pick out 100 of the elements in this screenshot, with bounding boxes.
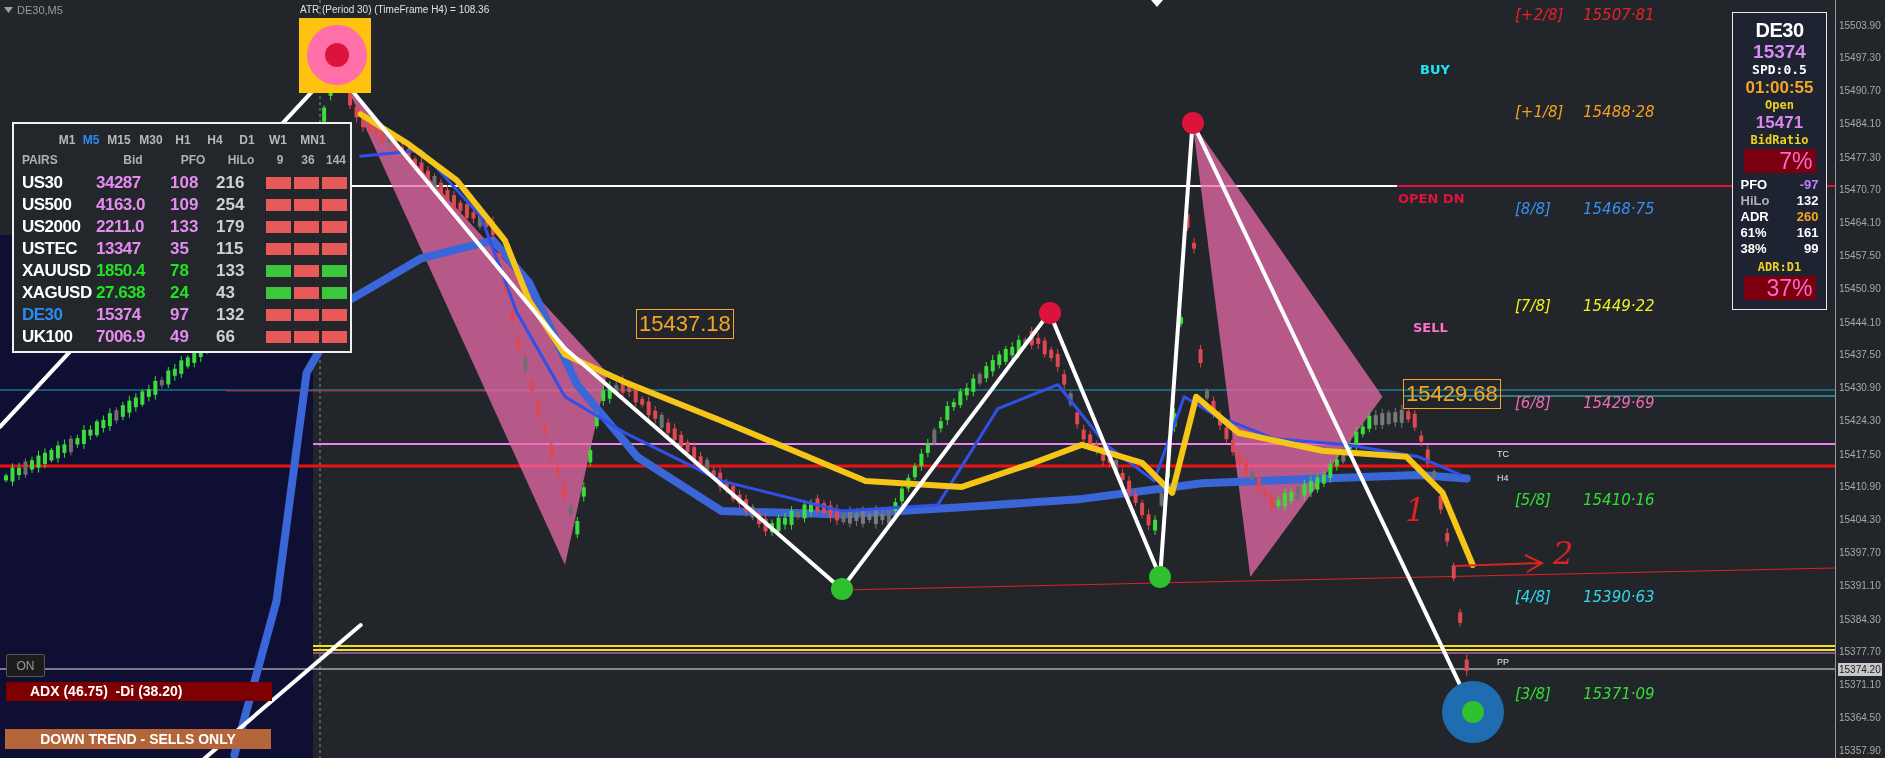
price-axis-label: 15437.50: [1838, 348, 1882, 362]
stat-label: HiLo: [1740, 193, 1771, 209]
murrey-level-value: 15488·28: [1583, 101, 1655, 123]
stat-value: 132: [1795, 193, 1819, 209]
timeframe-tab[interactable]: M1: [58, 131, 76, 149]
murrey-level-label: [8/8]: [1515, 198, 1552, 220]
hilo-value: 115: [216, 238, 245, 260]
spread-label: SPD:0.5: [1752, 62, 1807, 78]
price-axis-label: 15374.20: [1838, 662, 1882, 676]
stat-value: 260: [1795, 209, 1819, 225]
bid-value: 27.638: [96, 282, 146, 304]
toggle-button[interactable]: ON: [6, 654, 45, 677]
timeframe-tab[interactable]: MN1: [296, 131, 330, 149]
chart-shift-icon: [1151, 0, 1163, 7]
price-axis-label: 15470.70: [1838, 183, 1882, 197]
murrey-level-value: 15390·63: [1583, 586, 1655, 608]
hilo-value: 179: [216, 216, 246, 238]
price-axis-label: 15497.30: [1838, 51, 1882, 65]
hilo-value: 132: [216, 304, 246, 326]
pfo-value: 35: [170, 238, 190, 260]
price-axis-label: 15391.10: [1838, 578, 1882, 592]
price-axis-label: 15424.30: [1838, 413, 1882, 427]
murrey-level-label: [+2/8]: [1515, 4, 1565, 26]
stat-label: PFO: [1740, 177, 1769, 193]
symbol-name: DE30: [1755, 19, 1804, 41]
price-axis-label: 15503.90: [1838, 18, 1882, 32]
price-axis-label: 15371.10: [1838, 678, 1882, 692]
open-price: 15471: [1755, 113, 1804, 132]
dropdown-icon: [4, 7, 13, 14]
murrey-level-label: [5/8]: [1515, 489, 1552, 511]
current-price: 15374: [1753, 41, 1806, 62]
pfo-value: 109: [170, 194, 200, 216]
column-header: 36: [300, 151, 316, 169]
target-marker: [1442, 681, 1504, 743]
column-header: 144: [325, 151, 347, 169]
timeframe-tab[interactable]: M30: [138, 131, 164, 149]
ratio-value: 7%: [1743, 149, 1816, 173]
bid-value: 13347: [96, 238, 142, 260]
signal-label: OPEN DN: [1398, 190, 1465, 208]
swing-low-dot: [1149, 566, 1171, 588]
bid-value: 7006.9: [96, 326, 146, 348]
pfo-value: 97: [170, 304, 190, 326]
timeframe-tab[interactable]: D1: [234, 131, 260, 149]
bid-value: 15374: [96, 304, 142, 326]
ratio-label: BidRatio: [1750, 132, 1809, 148]
hilo-value: 254: [216, 194, 246, 216]
pfo-value: 49: [170, 326, 190, 348]
line-tag: PP: [1497, 656, 1509, 670]
price-axis-label: 15444.10: [1838, 315, 1882, 329]
bid-value: 34287: [96, 172, 142, 194]
chart-symbol: DE30,M5: [17, 3, 63, 18]
bid-value: 4163.0: [96, 194, 146, 216]
timeframe-tab[interactable]: H1: [170, 131, 196, 149]
stat-label: 61%: [1740, 225, 1768, 241]
price-axis-label: 15377.70: [1838, 645, 1882, 659]
timeframe-tab[interactable]: H4: [202, 131, 228, 149]
price-axis-label: 15410.90: [1838, 480, 1882, 494]
swing-low-dot: [831, 578, 853, 600]
price-axis-label: 15484.10: [1838, 116, 1882, 130]
hilo-value: 133: [216, 260, 246, 282]
price-axis-label: 15417.50: [1838, 447, 1882, 461]
murrey-level-label: [4/8]: [1515, 586, 1552, 608]
column-header: PAIRS: [22, 151, 59, 169]
price-label: 15429.68: [1403, 379, 1501, 409]
price-axis-label: 15364.50: [1838, 710, 1882, 724]
murrey-level-label: [3/8]: [1515, 683, 1552, 705]
trend-banner: DOWN TREND - SELLS ONLY: [5, 729, 271, 749]
candle-timer: 01:00:55: [1745, 78, 1814, 98]
price-axis-label: 15404.30: [1838, 513, 1882, 527]
murrey-level-value: 15507·81: [1583, 4, 1655, 26]
timeframe-tab[interactable]: W1: [266, 131, 290, 149]
price-axis-label: 15357.90: [1838, 743, 1882, 757]
stat-value: 99: [1803, 241, 1819, 257]
hilo-value: 43: [216, 282, 236, 304]
stat-label: ADR: [1740, 209, 1770, 225]
murrey-level-value: 15429·69: [1583, 392, 1655, 414]
murrey-level-label: [6/8]: [1515, 392, 1552, 414]
bid-value: 1850.4: [96, 260, 147, 282]
swing-high-dot: [1039, 302, 1061, 324]
murrey-level-label: [7/8]: [1515, 295, 1552, 317]
bid-value: 2211.0: [96, 216, 146, 238]
swing-high-dot: [1182, 112, 1204, 134]
price-axis-label: 15464.10: [1838, 216, 1882, 230]
signal-label: SELL: [1413, 319, 1448, 337]
signal-label: BUY: [1420, 61, 1450, 79]
timeframe-tab[interactable]: M15: [106, 131, 132, 149]
column-header: PFO: [179, 151, 207, 169]
price-axis-label: 15384.30: [1838, 612, 1882, 626]
annotation-text: 2: [1553, 535, 1574, 571]
murrey-level-value: 15468·75: [1583, 198, 1655, 220]
annotation-text: 1: [1405, 492, 1426, 528]
price-axis-label: 15397.70: [1838, 546, 1882, 559]
stat-value: 161: [1795, 225, 1819, 241]
price-axis-label: 15490.70: [1838, 84, 1882, 98]
adr-label: ADR:D1: [1757, 259, 1802, 275]
pfo-value: 108: [170, 172, 200, 194]
timeframe-tab[interactable]: M5: [82, 131, 100, 149]
price-axis-label: 15450.90: [1838, 281, 1882, 295]
price-axis-label: 15430.90: [1838, 381, 1882, 395]
adx-reading: ADX (46.75) -Di (38.20): [6, 682, 272, 701]
